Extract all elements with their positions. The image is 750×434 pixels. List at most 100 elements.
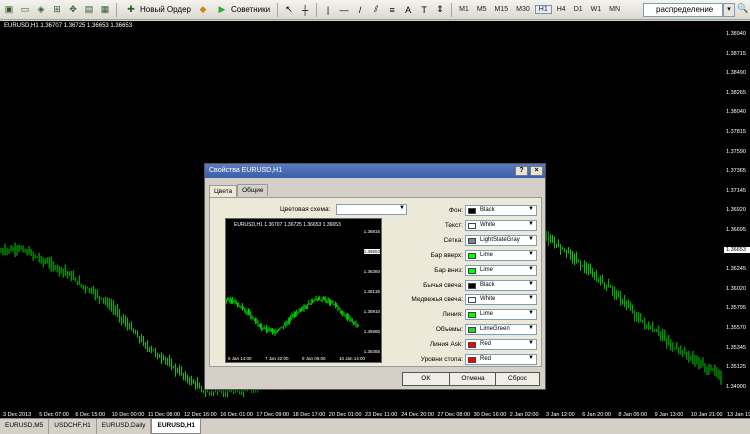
metaeditor-icon[interactable]: ◆ (196, 3, 210, 17)
color-row: Бычья свеча: Black ▼ (385, 279, 537, 292)
color-select[interactable]: Red ▼ (465, 339, 537, 351)
terminal-icon[interactable]: ▤ (82, 3, 96, 17)
crosshair-icon[interactable]: ┼ (298, 3, 312, 17)
price-label: 1.35795 (726, 305, 746, 312)
preview-price-label: 1.36360 (363, 269, 380, 274)
color-swatch (468, 252, 476, 259)
text-icon[interactable]: A (401, 3, 415, 17)
chevron-down-icon: ▼ (528, 235, 534, 242)
price-label: 1.36245 (726, 266, 746, 273)
chevron-down-icon: ▼ (528, 355, 534, 361)
help-button[interactable]: ? (515, 166, 528, 176)
tab-general[interactable]: Общие (237, 184, 269, 196)
chart-tab[interactable]: EURUSD,Daily (97, 419, 152, 434)
timeframe-m15[interactable]: M15 (492, 6, 512, 13)
timeframe-w1[interactable]: W1 (588, 6, 605, 13)
color-select[interactable]: White ▼ (465, 219, 537, 231)
chevron-down-icon: ▼ (528, 280, 534, 287)
color-name: Red (480, 341, 492, 348)
color-select[interactable]: LimeGreen ▼ (465, 324, 537, 336)
timeframe-h1[interactable]: H1 (534, 5, 552, 14)
channel-icon[interactable]: ⫽ (369, 3, 383, 17)
market-watch-icon[interactable]: ◈ (34, 3, 48, 17)
timeframe-m1[interactable]: M1 (456, 6, 472, 13)
arrows-icon[interactable]: ⇕ (433, 3, 447, 17)
color-select[interactable]: Lime ▼ (465, 264, 537, 276)
chart-tab[interactable]: EURUSD,M5 (0, 419, 50, 434)
preview-time-label: 9 Jan 06:00 (302, 356, 326, 361)
chart-tab[interactable]: EURUSD,H1 (151, 419, 202, 434)
chevron-down-icon: ▼ (528, 250, 534, 257)
label-icon[interactable]: T (417, 3, 431, 17)
advisors-button[interactable]: ▶ Советники (212, 2, 273, 18)
profiles-icon[interactable]: ▭ (18, 3, 32, 17)
color-select[interactable]: Black ▼ (465, 205, 537, 216)
new-chart-icon[interactable]: ▣ (2, 3, 16, 17)
price-label: 1.36920 (726, 207, 746, 214)
search-input[interactable]: распределение (643, 3, 723, 17)
ok-button[interactable]: OK (402, 372, 450, 386)
price-label: 1.37365 (726, 168, 746, 175)
preview-time-label: 10 Jan 14:00 (339, 356, 366, 361)
price-label: 1.38940 (726, 31, 746, 37)
price-label: 1.36020 (726, 285, 746, 292)
price-label: 1.38490 (726, 70, 746, 77)
search-icon[interactable]: 🔍 (737, 3, 749, 17)
tab-colors[interactable]: Цвета (209, 185, 238, 197)
color-row: Линия Ask: Red ▼ (385, 339, 537, 351)
color-label: Бар вверх: (430, 251, 463, 259)
reset-button[interactable]: Сброс (495, 372, 540, 386)
search-dropdown-button[interactable]: ▾ (723, 3, 735, 17)
timeframe-mn[interactable]: MN (606, 6, 623, 13)
trendline-icon[interactable]: / (353, 3, 367, 17)
color-swatch (468, 267, 476, 274)
timeframe-d1[interactable]: D1 (571, 6, 586, 13)
color-select[interactable]: White ▼ (465, 294, 537, 306)
color-select[interactable]: Black ▼ (465, 279, 537, 291)
timeframe-m30[interactable]: M30 (513, 6, 533, 13)
color-swatch (468, 342, 476, 349)
price-label: 1.35125 (726, 364, 746, 371)
preview-price-label: 1.36135 (363, 289, 380, 294)
color-select[interactable]: Lime ▼ (465, 249, 537, 261)
vertical-line-icon[interactable]: | (321, 3, 335, 17)
preview-time-label: 6 Jan 14:00 (228, 356, 252, 361)
chevron-down-icon: ▼ (528, 310, 534, 317)
fibonacci-icon[interactable]: ≡ (385, 3, 399, 17)
data-window-icon[interactable]: ⊞ (50, 3, 64, 17)
close-button[interactable]: × (530, 166, 543, 176)
chart-preview: EURUSD,H1 1.36707 1.36725 1.36653 1.3665… (225, 218, 382, 363)
color-select[interactable]: Red ▼ (465, 354, 537, 365)
color-label: Бар вниз: (434, 266, 463, 274)
color-label: Линия: (442, 311, 463, 319)
color-select[interactable]: Lime ▼ (465, 309, 537, 321)
new-order-button[interactable]: ✚ Новый Ордер (121, 2, 194, 18)
preview-price-label: 1.36653 (363, 249, 380, 254)
toolbar-separator (277, 2, 279, 17)
advisors-label: Советники (230, 5, 271, 14)
timeframe-m5[interactable]: M5 (474, 6, 490, 13)
main-toolbar: ▣ ▭ ◈ ⊞ ✥ ▤ ▦ ✚ Новый Ордер ◆ ▶ Советники … (0, 0, 750, 20)
color-name: White (480, 296, 496, 303)
chevron-down-icon: ▼ (528, 265, 534, 272)
color-name: Lime (480, 266, 494, 273)
color-name: White (480, 221, 496, 228)
cursor-icon[interactable]: ↖ (282, 3, 296, 17)
color-name: LightSlateGray (480, 236, 520, 243)
color-name: LimeGreen (480, 326, 510, 333)
dialog-titlebar[interactable]: Свойства EURUSD,H1 ? × (205, 164, 545, 178)
color-row: Фон: Black ▼ (385, 205, 537, 217)
color-name: Black (480, 281, 495, 288)
strategy-tester-icon[interactable]: ▦ (98, 3, 112, 17)
horizontal-line-icon[interactable]: — (337, 3, 351, 17)
timeframe-h4[interactable]: H4 (554, 6, 569, 13)
color-name: Black (480, 207, 495, 213)
chart-tab[interactable]: USDCHF,H1 (49, 419, 97, 434)
chevron-down-icon: ▼ (528, 340, 534, 347)
toolbar-separator (451, 2, 453, 17)
color-select[interactable]: LightSlateGray ▼ (465, 234, 537, 246)
chart-info: EURUSD,H1 1.36707 1.36725 1.36653 1.3665… (4, 23, 133, 29)
navigator-icon[interactable]: ✥ (66, 3, 80, 17)
color-name: Red (480, 356, 492, 362)
cancel-button[interactable]: Отмена (449, 372, 497, 386)
